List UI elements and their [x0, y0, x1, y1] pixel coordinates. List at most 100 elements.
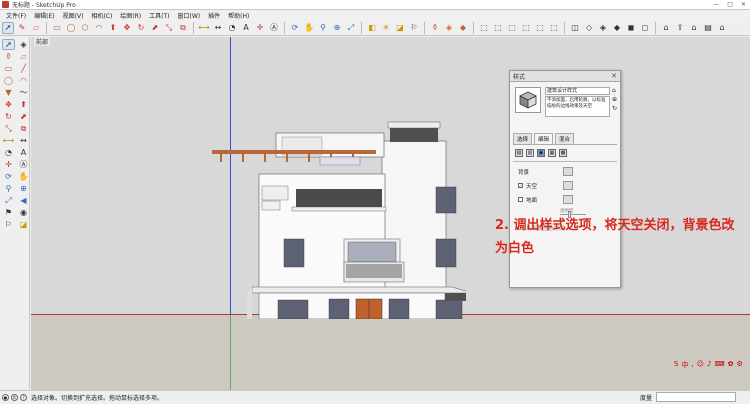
previous-view-icon[interactable]: ◀ — [17, 195, 30, 206]
shadow-icon[interactable]: ◧ — [366, 22, 378, 34]
right-view-icon[interactable]: ⬚ — [520, 22, 532, 34]
axes-tool-icon[interactable]: ✛ — [2, 159, 15, 170]
line-tool-icon[interactable]: ╱ — [17, 63, 30, 74]
menu-edit[interactable]: 编辑(E) — [30, 11, 58, 20]
style-thumbnail[interactable] — [515, 87, 541, 113]
shaded-texture-icon[interactable]: ◼ — [625, 22, 637, 34]
get-models-icon[interactable]: ⌂ — [716, 22, 728, 34]
warehouse-icon[interactable]: ⌂ — [660, 22, 672, 34]
offset-tool-icon[interactable]: ⧉ — [17, 123, 30, 134]
tab-mix[interactable]: 混合 — [555, 133, 575, 144]
credits-icon[interactable]: © — [11, 394, 18, 401]
left-view-icon[interactable]: ⬚ — [548, 22, 560, 34]
ime-punctuation-icon[interactable]: , — [691, 360, 693, 370]
menu-file[interactable]: 文件(F) — [2, 11, 30, 20]
select-tool-icon[interactable]: ➚ — [2, 39, 15, 50]
follow-me-icon[interactable]: ⬈ — [149, 22, 161, 34]
select-icon[interactable]: ➚ — [2, 21, 14, 34]
sky-color-swatch[interactable] — [563, 181, 573, 190]
rotate-icon[interactable]: ↻ — [135, 22, 147, 34]
face-settings-icon[interactable]: ▥ — [526, 149, 534, 157]
component-tool-icon[interactable]: ◈ — [17, 39, 30, 50]
ime-skin-icon[interactable]: ✿ — [728, 360, 734, 370]
circle-tool-icon[interactable]: ◯ — [2, 75, 15, 86]
zoom-extents-tool-icon[interactable]: ⤢ — [2, 195, 15, 206]
iso-view-icon[interactable]: ⬚ — [478, 22, 490, 34]
polygon-icon[interactable]: ⬡ — [79, 22, 91, 34]
polygon-tool-icon[interactable]: ▼ — [2, 87, 15, 98]
3dtext-tool-icon[interactable]: Ⓐ — [17, 159, 30, 170]
menu-view[interactable]: 视图(V) — [59, 11, 88, 20]
display-secondary-icon[interactable]: ⌂ — [612, 87, 617, 94]
menu-window[interactable]: 窗口(W) — [174, 11, 205, 20]
arc-tool-icon[interactable]: ◠ — [17, 75, 30, 86]
zoom-window-icon[interactable]: ⊕ — [331, 22, 343, 34]
menu-camera[interactable]: 相机(C) — [87, 11, 116, 20]
hidden-line-icon[interactable]: ◈ — [597, 22, 609, 34]
rotate-tool-icon[interactable]: ↻ — [2, 111, 15, 122]
minimize-icon[interactable]: — — [713, 1, 719, 8]
modeling-settings-icon[interactable]: ▩ — [559, 149, 567, 157]
pushpull-tool-icon[interactable]: ⬆ — [17, 99, 30, 110]
move-icon[interactable]: ✥ — [121, 22, 133, 34]
orbit-tool-icon[interactable]: ⟳ — [2, 171, 15, 182]
freehand-tool-icon[interactable]: 〜 — [17, 87, 30, 98]
walk-tool-icon[interactable]: ⚐ — [2, 219, 15, 230]
menu-help[interactable]: 帮助(H) — [224, 11, 253, 20]
panel-close-icon[interactable]: ✕ — [611, 72, 617, 80]
push-pull-icon[interactable]: ⬆ — [107, 22, 119, 34]
back-view-icon[interactable]: ⬚ — [534, 22, 546, 34]
fog-icon[interactable]: ☀ — [380, 22, 392, 34]
shaded-icon[interactable]: ◆ — [611, 22, 623, 34]
walk-icon[interactable]: ⚐ — [408, 22, 420, 34]
extension-icon[interactable]: ⌂ — [688, 22, 700, 34]
group-icon[interactable]: ◆ — [457, 22, 469, 34]
zoom-window-tool-icon[interactable]: ⊕ — [17, 183, 30, 194]
menu-draw[interactable]: 绘图(R) — [116, 11, 145, 20]
circle-icon[interactable]: ◯ — [65, 22, 77, 34]
position-camera-icon[interactable]: ⚑ — [2, 207, 15, 218]
pan-tool-icon[interactable]: ✋ — [17, 171, 30, 182]
ground-checkbox[interactable] — [518, 197, 523, 202]
ground-color-swatch[interactable] — [563, 195, 573, 204]
orbit-icon[interactable]: ⟳ — [289, 22, 301, 34]
tape-tool-icon[interactable]: ⟷ — [2, 135, 15, 146]
share-model-icon[interactable]: ⇪ — [674, 22, 686, 34]
style-description-field[interactable]: 不添加面，启用轮廓，以标准描绘的边线效果及天空 — [545, 96, 610, 117]
ime-voice-icon[interactable]: ♪ — [707, 360, 711, 370]
menu-tools[interactable]: 工具(T) — [145, 11, 173, 20]
zoom-tool-icon[interactable]: ⚲ — [2, 183, 15, 194]
eraser-icon[interactable]: ▱ — [30, 22, 42, 34]
followme-tool-icon[interactable]: ⬈ — [17, 111, 30, 122]
look-around-icon[interactable]: ◉ — [17, 207, 30, 218]
create-style-icon[interactable]: ⊕ — [612, 96, 617, 103]
update-style-icon[interactable]: ↻ — [612, 105, 617, 112]
zoom-extents-icon[interactable]: ⤢ — [345, 22, 357, 34]
background-settings-icon[interactable]: ▣ — [537, 149, 545, 157]
measurements-input[interactable] — [656, 392, 737, 402]
offset-icon[interactable]: ⧉ — [177, 22, 189, 34]
section-plane-icon[interactable]: ◪ — [394, 22, 406, 34]
text-tool-icon[interactable]: A — [17, 147, 30, 158]
sky-checkbox[interactable]: ✓ — [518, 183, 523, 188]
text-icon[interactable]: A — [240, 22, 252, 34]
paint-tool-icon[interactable]: ⚱ — [2, 51, 15, 62]
xray-icon[interactable]: ◫ — [569, 22, 581, 34]
pan-icon[interactable]: ✋ — [303, 22, 315, 34]
rectangle-icon[interactable]: ▭ — [51, 22, 63, 34]
front-view-icon[interactable]: ⬚ — [506, 22, 518, 34]
paint-bucket-icon[interactable]: ⚱ — [429, 22, 441, 34]
eraser-tool-icon[interactable]: ▱ — [17, 51, 30, 62]
move-tool-icon[interactable]: ✥ — [2, 99, 15, 110]
arc-icon[interactable]: ◠ — [93, 22, 105, 34]
close-icon[interactable]: ✕ — [741, 1, 746, 8]
maximize-icon[interactable]: □ — [727, 1, 733, 8]
top-view-icon[interactable]: ⬚ — [492, 22, 504, 34]
background-color-swatch[interactable] — [563, 167, 573, 176]
dimension-tool-icon[interactable]: ↔ — [17, 135, 30, 146]
layout-icon[interactable]: ▤ — [702, 22, 714, 34]
style-name-field[interactable]: 建筑设计样式 — [545, 87, 610, 95]
scale-tool-icon[interactable]: ⤡ — [2, 123, 15, 134]
section-tool-icon[interactable]: ◪ — [17, 219, 30, 230]
watermark-settings-icon[interactable]: ▦ — [548, 149, 556, 157]
